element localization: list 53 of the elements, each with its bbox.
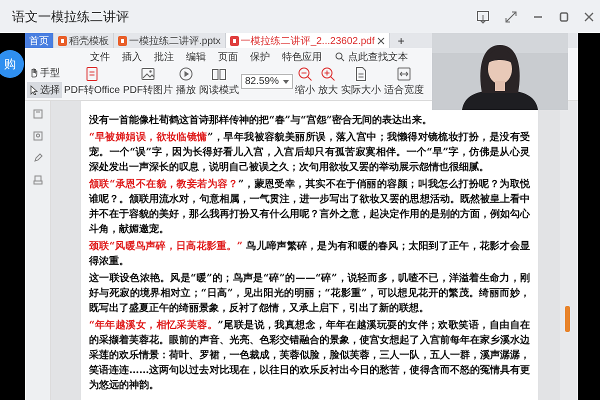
file-icon: [230, 36, 239, 46]
menu-item[interactable]: 批注: [149, 50, 179, 64]
attachment-icon[interactable]: [32, 175, 42, 185]
tool-button[interactable]: PDF转图片: [122, 66, 174, 97]
tab[interactable]: 首页: [25, 33, 54, 48]
play-icon: [178, 66, 194, 82]
tool-button[interactable]: 适合宽度: [382, 66, 425, 97]
paragraph: “年年越溪女，相忆采芙蓉。”尾联是说，我真想念，年年在越溪玩耍的女伴；欢歌笑语，自由自在的采撷着芙蓉花。眼前的声音、光亮、色彩交错融合的景象，使宫女想起了入宫前每年在家乡溪水边采莲的欢乐情景：荷叶、罗裙，一色裁成，芙蓉似脸，脸似芙蓉，三人一队，五人一群，溪声潺潺，笑语连连……这两句以过去对比现在，以往日的欢乐反衬出今日的愁苦，使得含而不怒的冤情具有更为悠远的神韵。: [89, 318, 530, 393]
paragraph: 颔联“承恩不在貌，教妾若为容？”，蒙恩受幸，其实不在于俏丽的容颜；叫我怎么打扮呢？为取悦谁呢？。颔联用流水对，句意相属，一气贯注，进一步写出了欲妆又罢的思想活动。既然被皇上看中并不在于容貌的美好，那么我再打扮又有什么用呢？言外之意，起决定作用的是别的方面，例如勾心斗角，献媚邀宠。: [89, 177, 530, 237]
new-tab-button[interactable]: +: [390, 33, 413, 48]
paragraph: 这一联设色浓艳。风是“暖”的；鸟声是“碎”的——“碎”，说轻而多，叽喳不已，洋溢着生命力，刚好与死寂的境界相对立；“日高”，见出阳光的明丽；“花影重”，可以想见花开的繁茂。绮丽而妙，既写出了盛夏正午的绮丽景象，反衬了怨情，又承上启下，引出了新的联想。: [89, 271, 530, 316]
tool-button[interactable]: 播放: [174, 66, 197, 97]
tool-button[interactable]: 实际大小: [340, 66, 382, 97]
mode-button[interactable]: 手型: [27, 65, 62, 81]
close-icon[interactable]: [584, 12, 594, 22]
book-icon: [210, 66, 227, 82]
download-icon[interactable]: [476, 10, 490, 24]
menu-item[interactable]: 编辑: [181, 50, 211, 64]
menu-item[interactable]: 页面: [213, 50, 243, 64]
file-icon: [118, 36, 127, 46]
fit-width-icon: [396, 66, 412, 82]
scrollbar-thumb[interactable]: [565, 306, 570, 332]
close-icon[interactable]: [376, 36, 385, 44]
menu-item[interactable]: 插入: [117, 50, 147, 64]
zoom-field[interactable]: 82.59%: [240, 74, 293, 89]
menu-item[interactable]: 保护: [245, 50, 275, 64]
image-icon: [140, 66, 156, 82]
bookmark-icon[interactable]: [32, 109, 42, 119]
pen-icon[interactable]: [32, 153, 42, 163]
zoom-out-icon: [296, 66, 313, 82]
tab[interactable]: 一模拉练二讲评_2...23602.pdf: [226, 33, 390, 48]
tool-button[interactable]: 缩小: [294, 66, 316, 97]
dropdown-icon: [282, 80, 289, 84]
hand-icon: [29, 68, 39, 78]
thumbnail-icon[interactable]: [32, 131, 42, 141]
mode-button[interactable]: 选择: [27, 82, 62, 98]
tool-button[interactable]: PDF转Office: [63, 66, 121, 97]
paragraph: 没有一首能像杜荀鹤这首诗那样传神的把“春”与“宫怨”密合无间的表达出来。: [89, 113, 434, 128]
menu-item[interactable]: 特色应用: [277, 50, 327, 64]
pdf-icon: [84, 66, 100, 82]
cursor-icon: [29, 85, 39, 95]
zoom-in-icon: [320, 66, 336, 82]
menu-item[interactable]: 文件: [85, 50, 115, 64]
window-title: 语文一模拉练二讲评: [12, 8, 129, 26]
tool-button[interactable]: 阅读模式: [198, 66, 240, 97]
paragraph: “早被婵娟误，欲妆临镜慵”，早年我被容貌美丽所误，落入宫中；我懒得对镜梳妆打扮，是没有受宠。一个“误”字，因为长得好看儿入宫，入宫后却只有孤苦寂寞相伴。一个“早”字，仿佛是从心灵深处发出一声深长的叹息，说明自己被误之久；次句用欲妆又罢的举动展示怨情也很细腻。: [89, 130, 530, 175]
paragraph: 颈联“风暖鸟声碎，日高花影重。” 鸟儿啼声繁碎，是为有和暖的春风；太阳到了正午，花影才会显得浓重。: [89, 239, 530, 269]
fullscreen-icon[interactable]: [504, 10, 518, 24]
search-field[interactable]: 点此查找文本: [335, 50, 408, 64]
file-icon: [58, 36, 67, 46]
tool-button[interactable]: 放大: [316, 66, 339, 97]
search-icon: [335, 52, 345, 62]
maximize-icon[interactable]: [558, 10, 570, 22]
